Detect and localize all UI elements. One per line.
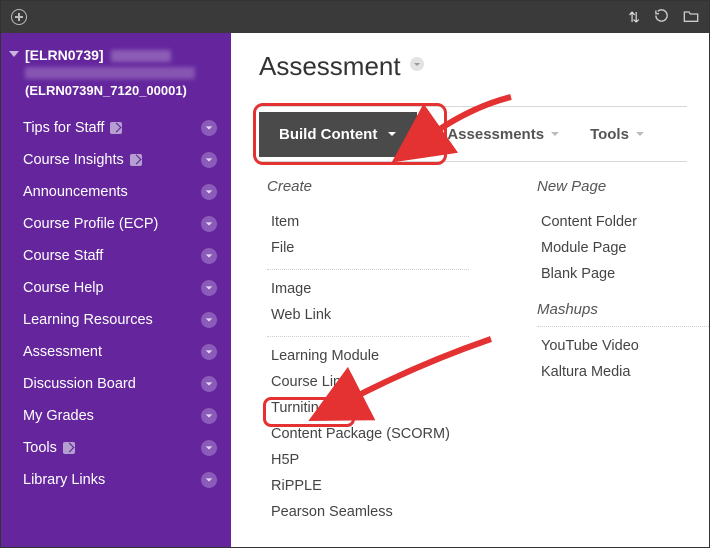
swap-icon[interactable]: ⇅	[628, 9, 640, 26]
sidebar-item-course-insights[interactable]: Course Insights	[1, 144, 231, 176]
chevron-down-icon[interactable]	[201, 344, 217, 360]
chevron-down-icon	[387, 129, 397, 139]
sidebar-item-label: Announcements	[23, 184, 128, 200]
course-nav: Tips for Staff Course Insights Announcem…	[1, 112, 231, 496]
sidebar-item-library-links[interactable]: Library Links	[1, 464, 231, 496]
sidebar-item-course-profile[interactable]: Course Profile (ECP)	[1, 208, 231, 240]
title-chevron-icon[interactable]	[409, 56, 425, 77]
refresh-icon[interactable]	[654, 8, 669, 26]
dropdown-col-create: Create Item File Image Web Link Learning…	[263, 178, 473, 533]
sidebar-item-label: Discussion Board	[23, 376, 136, 392]
chevron-down-icon[interactable]	[201, 152, 217, 168]
assessments-menu[interactable]: Assessments	[447, 126, 560, 143]
top-bar: ⇅	[1, 1, 709, 33]
external-link-icon	[110, 122, 122, 134]
external-link-icon	[130, 154, 142, 166]
sidebar-item-assessment[interactable]: Assessment	[1, 336, 231, 368]
course-name-redacted	[111, 50, 171, 62]
course-header[interactable]: [ELRN0739] (ELRN0739N_7120_00001)	[1, 41, 231, 106]
sidebar-item-label: Learning Resources	[23, 312, 153, 328]
sidebar-item-label: Course Profile (ECP)	[23, 216, 158, 232]
option-kaltura-media[interactable]: Kaltura Media	[537, 359, 709, 385]
option-course-link[interactable]: Course Link	[267, 369, 469, 395]
chevron-down-icon[interactable]	[201, 280, 217, 296]
build-content-label: Build Content	[279, 126, 377, 143]
external-link-icon	[63, 442, 75, 454]
option-module-page[interactable]: Module Page	[537, 235, 709, 261]
collapse-icon[interactable]	[9, 51, 19, 57]
build-content-button[interactable]: Build Content	[259, 112, 417, 157]
create-heading: Create	[267, 178, 473, 195]
option-file[interactable]: File	[267, 235, 469, 261]
page-title: Assessment	[259, 51, 401, 82]
add-icon[interactable]	[11, 9, 27, 25]
course-sidebar: [ELRN0739] (ELRN0739N_7120_00001) Tips f…	[1, 33, 231, 547]
chevron-down-icon[interactable]	[201, 312, 217, 328]
chevron-down-icon	[550, 126, 560, 143]
sidebar-item-label: Assessment	[23, 344, 102, 360]
tools-label: Tools	[590, 126, 629, 143]
option-image[interactable]: Image	[267, 276, 469, 302]
option-pearson-seamless[interactable]: Pearson Seamless	[267, 499, 469, 525]
chevron-down-icon[interactable]	[201, 376, 217, 392]
sidebar-item-label: My Grades	[23, 408, 94, 424]
folder-icon[interactable]	[683, 9, 699, 26]
chevron-down-icon[interactable]	[201, 472, 217, 488]
build-content-dropdown: Create Item File Image Web Link Learning…	[259, 162, 687, 533]
option-blank-page[interactable]: Blank Page	[537, 261, 709, 287]
sidebar-item-announcements[interactable]: Announcements	[1, 176, 231, 208]
course-id: (ELRN0739N_7120_00001)	[25, 83, 217, 98]
sidebar-item-learning-resources[interactable]: Learning Resources	[1, 304, 231, 336]
course-code: [ELRN0739]	[25, 47, 104, 63]
sidebar-item-discussion-board[interactable]: Discussion Board	[1, 368, 231, 400]
sidebar-item-label: Library Links	[23, 472, 105, 488]
sidebar-item-tips-for-staff[interactable]: Tips for Staff	[1, 112, 231, 144]
chevron-down-icon[interactable]	[201, 440, 217, 456]
option-h5p[interactable]: H5P	[267, 447, 469, 473]
sidebar-item-label: Course Staff	[23, 248, 103, 264]
chevron-down-icon[interactable]	[201, 120, 217, 136]
option-content-package-scorm[interactable]: Content Package (SCORM)	[267, 421, 469, 447]
sidebar-item-course-help[interactable]: Course Help	[1, 272, 231, 304]
chevron-down-icon[interactable]	[201, 248, 217, 264]
mashups-heading: Mashups	[537, 301, 709, 318]
content-toolbar: Build Content Assessments Tools	[259, 106, 687, 162]
sidebar-item-label: Course Help	[23, 280, 104, 296]
chevron-down-icon[interactable]	[201, 408, 217, 424]
chevron-down-icon[interactable]	[201, 216, 217, 232]
sidebar-item-label: Tools	[23, 440, 57, 456]
course-name-redacted-2	[25, 67, 195, 79]
content-area: Assessment Build Content Assessments Too…	[231, 33, 709, 547]
sidebar-item-tools[interactable]: Tools	[1, 432, 231, 464]
assessments-label: Assessments	[447, 126, 544, 143]
sidebar-item-label: Course Insights	[23, 152, 124, 168]
chevron-down-icon	[635, 126, 645, 143]
option-content-folder[interactable]: Content Folder	[537, 209, 709, 235]
dropdown-col-right: New Page Content Folder Module Page Blan…	[533, 178, 709, 533]
option-ripple[interactable]: RiPPLE	[267, 473, 469, 499]
sidebar-item-label: Tips for Staff	[23, 120, 104, 136]
option-youtube-video[interactable]: YouTube Video	[537, 333, 709, 359]
new-page-heading: New Page	[537, 178, 709, 195]
option-item[interactable]: Item	[267, 209, 469, 235]
option-web-link[interactable]: Web Link	[267, 302, 469, 328]
sidebar-item-my-grades[interactable]: My Grades	[1, 400, 231, 432]
chevron-down-icon[interactable]	[201, 184, 217, 200]
tools-menu[interactable]: Tools	[590, 126, 645, 143]
option-learning-module[interactable]: Learning Module	[267, 343, 469, 369]
option-turnitin[interactable]: Turnitin	[267, 395, 469, 421]
sidebar-item-course-staff[interactable]: Course Staff	[1, 240, 231, 272]
